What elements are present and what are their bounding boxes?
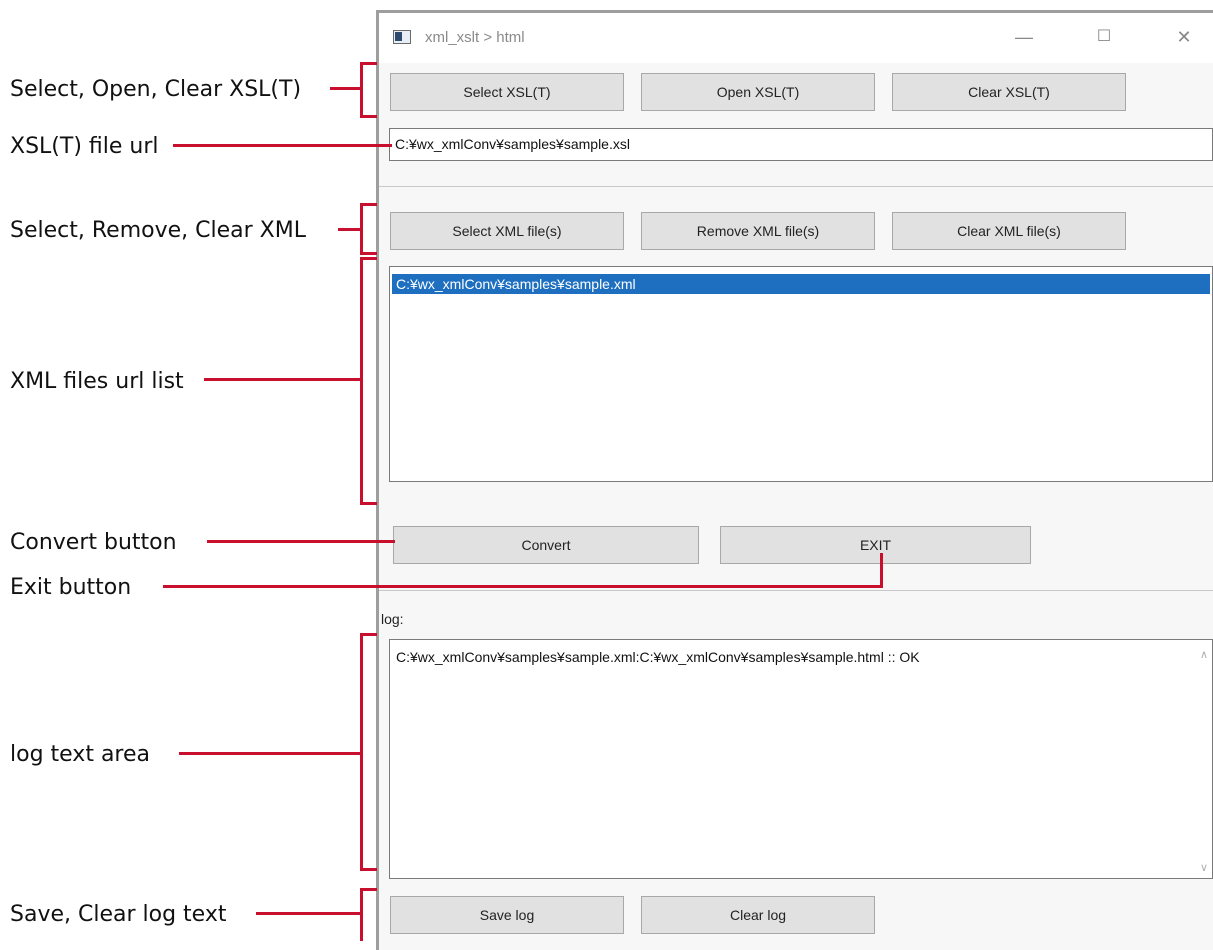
annotation-xsl-buttons: Select, Open, Clear XSL(T) (10, 77, 302, 102)
annotation-line (163, 585, 883, 588)
clear-xsl-button[interactable]: Clear XSL(T) (892, 73, 1126, 111)
annotation-exit: Exit button (10, 575, 132, 600)
annotation-convert: Convert button (10, 530, 177, 555)
select-xml-button[interactable]: Select XML file(s) (390, 212, 624, 250)
close-button[interactable]: ✕ (1169, 25, 1199, 49)
separator (379, 186, 1213, 187)
xsl-url-value: C:¥wx_xmlConv¥samples¥sample.xsl (395, 136, 630, 152)
annotation-bracket (360, 888, 377, 941)
annotation-line (204, 378, 360, 381)
annotation-line (880, 553, 883, 588)
annotation-line (330, 87, 360, 90)
log-text: C:¥wx_xmlConv¥samples¥sample.xml:C:¥wx_x… (396, 649, 920, 665)
window-title: xml_xslt > html (425, 29, 525, 46)
app-icon (393, 30, 411, 44)
annotation-line (179, 752, 360, 755)
clear-log-button[interactable]: Clear log (641, 896, 875, 934)
annotation-line (207, 540, 395, 543)
annotation-bracket (360, 62, 377, 118)
maximize-button[interactable]: ☐ (1089, 25, 1119, 49)
log-text-area[interactable]: C:¥wx_xmlConv¥samples¥sample.xml:C:¥wx_x… (389, 639, 1213, 879)
open-xsl-button[interactable]: Open XSL(T) (641, 73, 875, 111)
scroll-up-icon[interactable]: ∧ (1196, 648, 1212, 661)
annotation-bracket (360, 633, 377, 871)
save-log-button[interactable]: Save log (390, 896, 624, 934)
minimize-button[interactable]: — (1009, 25, 1039, 49)
log-scrollbar[interactable]: ∧ ∨ (1196, 640, 1212, 878)
clear-xml-button[interactable]: Clear XML file(s) (892, 212, 1126, 250)
annotation-xsl-url: XSL(T) file url (10, 134, 159, 159)
annotation-log-area: log text area (10, 742, 151, 767)
scroll-down-icon[interactable]: ∨ (1196, 861, 1212, 874)
list-item[interactable]: C:¥wx_xmlConv¥samples¥sample.xml (392, 274, 1210, 294)
annotation-log-buttons: Save, Clear log text (10, 902, 227, 927)
exit-button[interactable]: EXIT (720, 526, 1031, 564)
xsl-url-field[interactable]: C:¥wx_xmlConv¥samples¥sample.xsl (389, 128, 1213, 161)
remove-xml-button[interactable]: Remove XML file(s) (641, 212, 875, 250)
annotation-line (173, 144, 392, 147)
annotation-line (256, 912, 360, 915)
annotation-bracket (360, 257, 377, 505)
log-label: log: (381, 611, 404, 627)
title-bar[interactable]: xml_xslt > html — ☐ ✕ (379, 13, 1213, 63)
annotation-bracket (360, 203, 377, 255)
separator (379, 590, 1213, 591)
xml-file-list[interactable]: C:¥wx_xmlConv¥samples¥sample.xml (389, 266, 1213, 482)
annotation-xml-buttons: Select, Remove, Clear XML (10, 218, 306, 243)
app-window: xml_xslt > html — ☐ ✕ Select XSL(T) Open… (376, 10, 1213, 950)
annotation-line (338, 228, 360, 231)
convert-button[interactable]: Convert (393, 526, 699, 564)
annotation-xml-list: XML files url list (10, 369, 184, 394)
select-xsl-button[interactable]: Select XSL(T) (390, 73, 624, 111)
